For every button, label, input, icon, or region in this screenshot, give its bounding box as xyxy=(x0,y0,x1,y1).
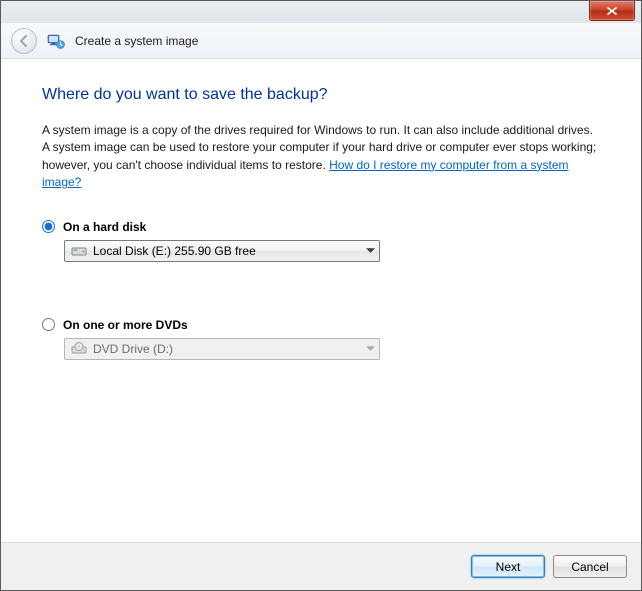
radio-dvd-row[interactable]: On one or more DVDs xyxy=(42,318,600,332)
cancel-button[interactable]: Cancel xyxy=(553,555,627,578)
page-description: A system image is a copy of the drives r… xyxy=(42,122,600,192)
hard-disk-value: Local Disk (E:) 255.90 GB free xyxy=(93,244,361,258)
header: Create a system image xyxy=(1,23,641,59)
chevron-down-icon xyxy=(361,241,379,261)
content: Where do you want to save the backup? A … xyxy=(11,59,631,542)
dvd-drive-icon xyxy=(71,341,87,357)
close-button[interactable] xyxy=(589,1,635,21)
system-image-icon xyxy=(47,32,65,50)
page-heading: Where do you want to save the backup? xyxy=(42,86,600,104)
hard-disk-icon xyxy=(71,243,87,259)
back-button[interactable] xyxy=(11,28,37,54)
radio-dvd[interactable] xyxy=(42,318,55,331)
titlebar xyxy=(1,1,641,23)
radio-dvd-label: On one or more DVDs xyxy=(63,318,188,332)
header-title: Create a system image xyxy=(75,34,198,48)
next-button[interactable]: Next xyxy=(471,555,545,578)
option-dvd: On one or more DVDs DVD Drive (D:) xyxy=(42,318,600,360)
wizard-window: Create a system image Where do you want … xyxy=(0,0,642,591)
radio-hard-disk-row[interactable]: On a hard disk xyxy=(42,220,600,234)
dvd-dropdown: DVD Drive (D:) xyxy=(64,338,380,360)
back-arrow-icon xyxy=(17,34,31,48)
footer: Next Cancel xyxy=(1,542,641,590)
radio-hard-disk[interactable] xyxy=(42,220,55,233)
dvd-value: DVD Drive (D:) xyxy=(93,342,361,356)
radio-hard-disk-label: On a hard disk xyxy=(63,220,146,234)
chevron-down-icon xyxy=(361,339,379,359)
hard-disk-dropdown[interactable]: Local Disk (E:) 255.90 GB free xyxy=(64,240,380,262)
option-hard-disk: On a hard disk Local Disk (E:) 255.90 GB… xyxy=(42,220,600,262)
close-icon xyxy=(606,6,618,16)
